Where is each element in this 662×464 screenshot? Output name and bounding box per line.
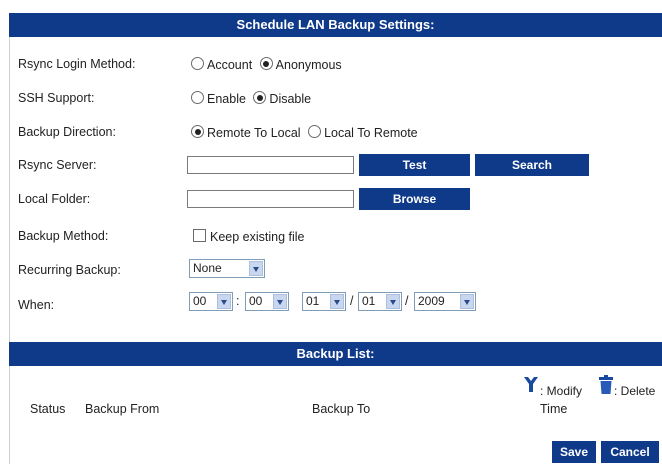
month-select[interactable]: 01 <box>302 292 346 311</box>
radio-remote-to-local-label: Remote To Local <box>207 125 301 140</box>
chevron-down-icon <box>460 294 474 309</box>
time-separator: : <box>236 294 240 308</box>
day-value: 01 <box>362 294 376 308</box>
hour-select[interactable]: 00 <box>189 292 233 311</box>
search-button[interactable]: Search <box>475 154 589 176</box>
radio-enable-label: Enable <box>207 91 246 106</box>
backup-direction-radio-group: Remote To Local Local To Remote <box>191 125 422 140</box>
keep-existing-file-checkbox[interactable] <box>193 229 206 243</box>
when-label: When: <box>18 298 55 312</box>
radio-account[interactable] <box>191 57 204 71</box>
recurring-backup-label: Recurring Backup: <box>18 263 121 277</box>
keep-existing-file-label: Keep existing file <box>210 229 305 244</box>
month-value: 01 <box>306 294 320 308</box>
minute-value: 00 <box>249 294 263 308</box>
rsync-login-radio-group: Account Anonymous <box>191 57 346 72</box>
rsync-server-label: Rsync Server: <box>18 158 97 172</box>
column-backup-to: Backup To <box>312 402 371 416</box>
radio-remote-to-local[interactable] <box>191 125 204 139</box>
cancel-button[interactable]: Cancel <box>601 441 659 463</box>
ssh-support-radio-group: Enable Disable <box>191 91 315 106</box>
recurring-backup-select[interactable]: None <box>189 259 265 278</box>
ssh-support-label: SSH Support: <box>18 91 95 105</box>
hour-value: 00 <box>193 294 207 308</box>
radio-disable-label: Disable <box>269 91 312 106</box>
settings-header: Schedule LAN Backup Settings: <box>9 13 662 37</box>
local-folder-label: Local Folder: <box>18 192 91 206</box>
browse-button[interactable]: Browse <box>359 188 470 210</box>
delete-legend-label: : Delete <box>614 384 656 398</box>
backup-method-label: Backup Method: <box>18 229 109 243</box>
test-button[interactable]: Test <box>359 154 470 176</box>
day-select[interactable]: 01 <box>358 292 402 311</box>
minute-select[interactable]: 00 <box>245 292 289 311</box>
radio-disable[interactable] <box>253 91 267 105</box>
keep-existing-file-option: Keep existing file <box>193 229 309 244</box>
chevron-down-icon <box>330 294 344 309</box>
year-value: 2009 <box>418 294 445 308</box>
chevron-down-icon <box>217 294 231 309</box>
radio-anonymous-label: Anonymous <box>275 57 342 72</box>
column-time: Time <box>540 402 568 416</box>
recurring-backup-value: None <box>193 261 222 275</box>
radio-account-label: Account <box>207 57 253 72</box>
radio-anonymous[interactable] <box>259 57 273 71</box>
chevron-down-icon <box>273 294 287 309</box>
modify-legend-label: : Modify <box>540 384 583 398</box>
date-separator-2: / <box>405 294 409 308</box>
radio-local-to-remote[interactable] <box>308 125 322 139</box>
year-select[interactable]: 2009 <box>414 292 476 311</box>
rsync-server-input[interactable] <box>187 156 354 174</box>
local-folder-input[interactable] <box>187 190 354 208</box>
rsync-login-label: Rsync Login Method: <box>18 57 136 71</box>
chevron-down-icon <box>249 261 263 276</box>
chevron-down-icon <box>386 294 400 309</box>
modify-icon <box>521 375 541 395</box>
radio-enable[interactable] <box>191 91 204 105</box>
date-separator-1: / <box>350 294 354 308</box>
backup-direction-label: Backup Direction: <box>18 125 116 139</box>
radio-local-to-remote-label: Local To Remote <box>324 125 418 140</box>
save-button[interactable]: Save <box>552 441 596 463</box>
trash-icon <box>598 375 614 395</box>
backup-list-header: Backup List: <box>9 342 662 366</box>
column-status: Status <box>30 402 66 416</box>
panel-left-border <box>9 37 10 464</box>
column-backup-from: Backup From <box>85 402 160 416</box>
